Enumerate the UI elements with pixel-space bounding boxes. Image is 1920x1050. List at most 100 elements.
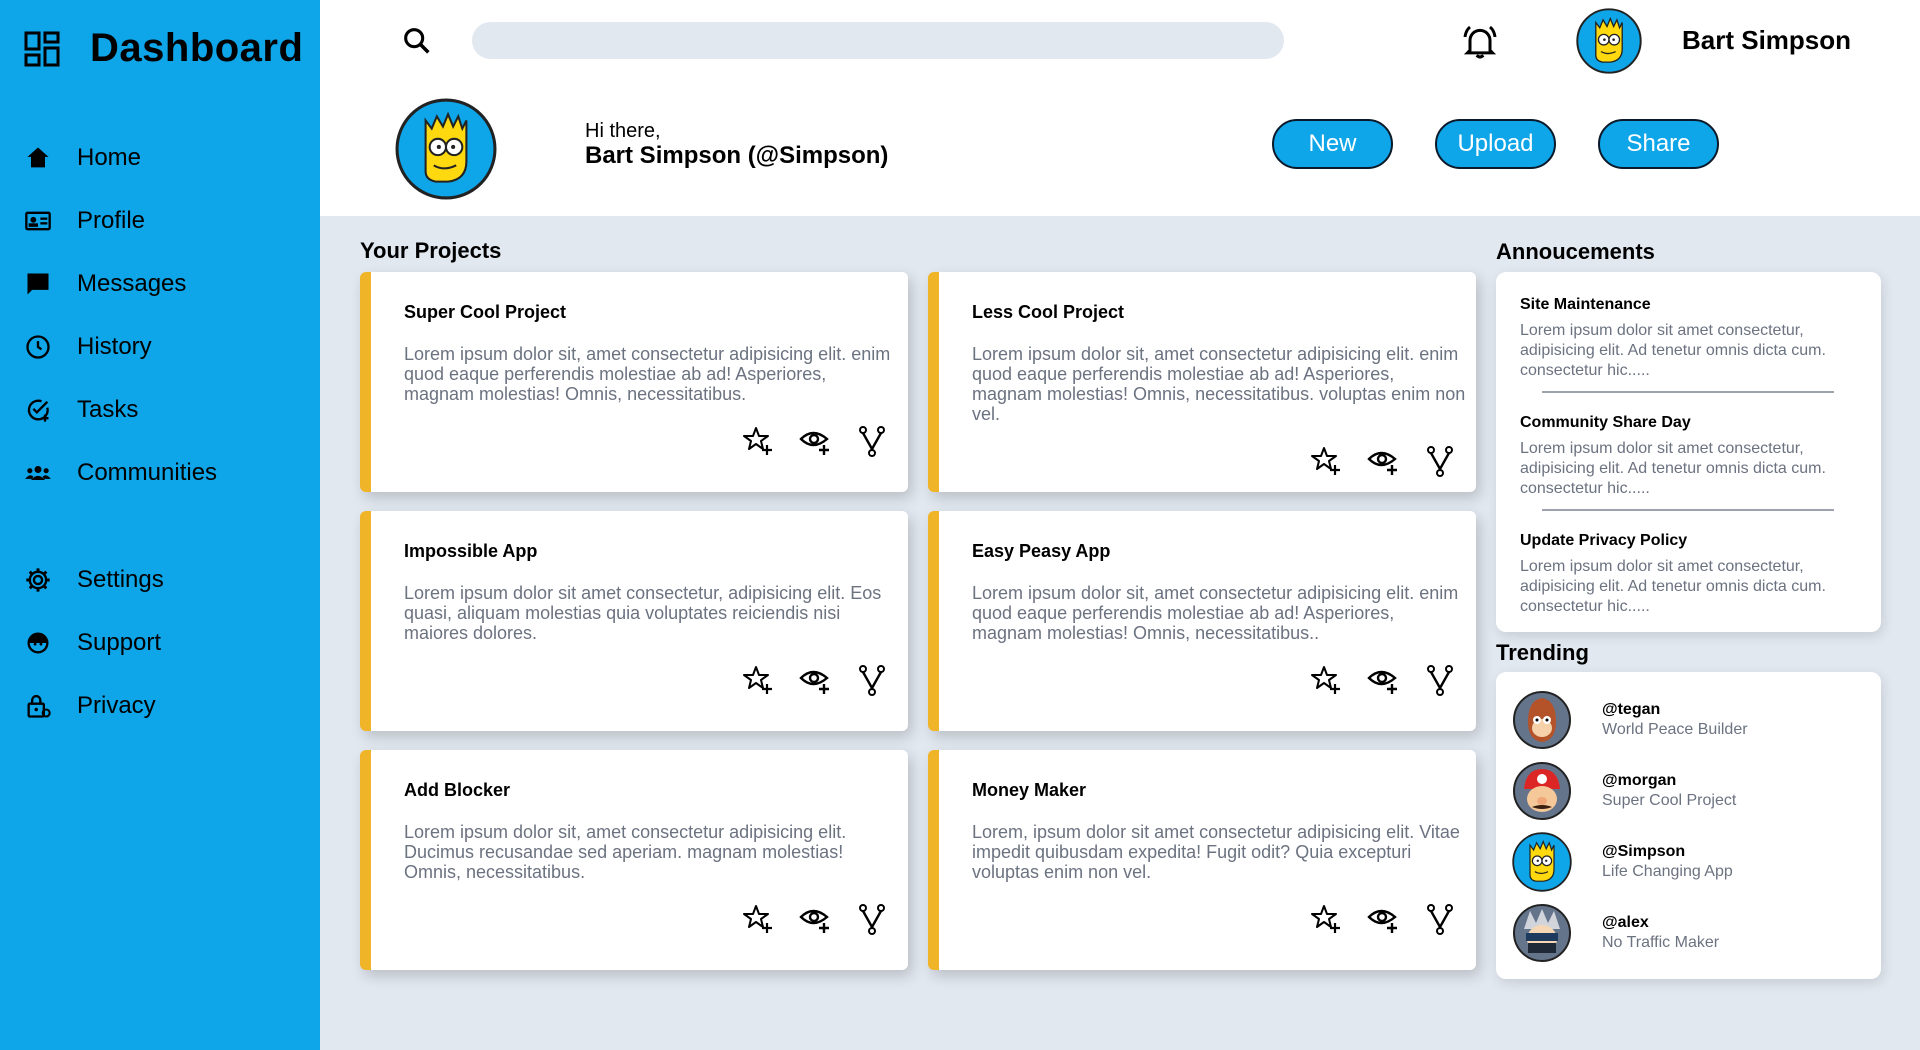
avatar <box>1513 762 1571 820</box>
trending-handle: @morgan <box>1602 772 1677 789</box>
fork-icon[interactable] <box>1424 903 1456 935</box>
watch-add-icon[interactable] <box>1367 903 1399 935</box>
project-card[interactable]: Super Cool Project Lorem ipsum dolor sit,… <box>360 272 908 492</box>
star-add-icon[interactable] <box>1310 445 1342 477</box>
sidebar-item-communities[interactable]: Communities <box>24 453 294 493</box>
star-add-icon[interactable] <box>1310 664 1342 696</box>
star-add-icon[interactable] <box>742 664 774 696</box>
header-username[interactable]: Bart Simpson <box>1682 25 1851 56</box>
sidebar-item-label: Messages <box>77 270 187 297</box>
project-title: Impossible App <box>404 541 538 561</box>
new-button[interactable]: New <box>1272 119 1393 169</box>
fork-icon[interactable] <box>856 425 888 457</box>
sidebar-item-label: Home <box>77 144 142 171</box>
project-description: Lorem ipsum dolor sit, amet consectetur … <box>404 344 891 404</box>
trending-project: No Traffic Maker <box>1602 934 1720 951</box>
gear-icon <box>26 568 50 592</box>
sidebar-item-label: Privacy <box>77 692 156 719</box>
project-actions <box>1310 664 1456 696</box>
trending-title: Trending <box>1496 640 1589 665</box>
fork-icon[interactable] <box>856 664 888 696</box>
avatar <box>1513 904 1571 962</box>
watch-add-icon[interactable] <box>1367 664 1399 696</box>
sidebar-item-home[interactable]: Home <box>24 138 294 178</box>
dashboard-icon <box>24 31 60 66</box>
sidebar-item-label: Settings <box>77 566 164 593</box>
trending-project: Life Changing App <box>1602 863 1733 880</box>
project-actions <box>1310 903 1456 935</box>
announcements-title: Annoucements <box>1496 239 1655 264</box>
star-add-icon[interactable] <box>742 425 774 457</box>
project-actions <box>1310 445 1456 477</box>
fork-icon[interactable] <box>1424 664 1456 696</box>
project-description: Lorem ipsum dolor sit, amet consectetur … <box>404 822 847 882</box>
share-button[interactable]: Share <box>1598 119 1719 169</box>
project-title: Add Blocker <box>404 780 511 800</box>
trending-project: Super Cool Project <box>1602 792 1737 809</box>
sidebar-item-support[interactable]: Support <box>24 623 294 663</box>
avatar <box>1513 691 1571 749</box>
sidebar-item-privacy[interactable]: Privacy <box>24 686 294 726</box>
search-input[interactable] <box>472 22 1284 59</box>
sidebar-item-label: Communities <box>77 459 218 486</box>
upload-button[interactable]: Upload <box>1435 119 1556 169</box>
announcement-text: Lorem ipsum dolor sit amet consectetur, … <box>1520 558 1826 615</box>
sidebar: Dashboard Home Profile Messages History … <box>0 0 320 1050</box>
project-actions <box>742 664 888 696</box>
trending-handle: @tegan <box>1602 701 1661 718</box>
sidebar-item-messages[interactable]: Messages <box>24 264 294 304</box>
trending-panel: @tegan World Peace Builder @morgan Super… <box>1496 672 1881 979</box>
project-card[interactable]: Add Blocker Lorem ipsum dolor sit, amet c… <box>360 750 908 970</box>
avatar <box>1512 832 1572 892</box>
watch-add-icon[interactable] <box>799 425 831 457</box>
fork-icon[interactable] <box>1424 445 1456 477</box>
clock-icon <box>26 335 50 359</box>
profile-avatar <box>395 98 497 200</box>
announcement-item[interactable]: Site Maintenance Lorem ipsum dolor sit a… <box>1520 296 1840 381</box>
announcement-item[interactable]: Update Privacy Policy Lorem ipsum dolor … <box>1520 532 1840 617</box>
watch-add-icon[interactable] <box>799 664 831 696</box>
project-card[interactable]: Impossible App Lorem ipsum dolor sit amet… <box>360 511 908 731</box>
announcement-text: Lorem ipsum dolor sit amet consectetur, … <box>1520 322 1826 379</box>
header: Bart Simpson Hi there, Bart Simpson (@Si… <box>320 0 1920 216</box>
trending-item[interactable]: @morgan Super Cool Project <box>1512 761 1736 821</box>
chat-icon <box>27 273 49 295</box>
project-description: Lorem ipsum dolor sit, amet consectetur … <box>972 583 1459 643</box>
lock-icon <box>27 694 51 718</box>
search-icon[interactable] <box>400 24 434 58</box>
sidebar-item-label: Profile <box>77 207 146 234</box>
notification-bell-icon[interactable] <box>1460 22 1500 62</box>
project-description: Lorem, ipsum dolor sit amet consectetur … <box>972 822 1460 882</box>
sidebar-item-profile[interactable]: Profile <box>24 201 294 241</box>
project-actions <box>742 425 888 457</box>
support-agent-icon <box>27 632 49 654</box>
trending-project: World Peace Builder <box>1602 721 1748 738</box>
projects-title: Your Projects <box>360 238 502 263</box>
watch-add-icon[interactable] <box>799 903 831 935</box>
project-card[interactable]: Money Maker Lorem, ipsum dolor sit amet c… <box>928 750 1476 970</box>
project-card[interactable]: Less Cool Project Lorem ipsum dolor sit, … <box>928 272 1476 492</box>
id-card-icon <box>25 211 51 231</box>
trending-handle: @alex <box>1602 914 1649 931</box>
announcements-panel: Site Maintenance Lorem ipsum dolor sit a… <box>1496 272 1881 632</box>
project-description: Lorem ipsum dolor sit amet consectetur, … <box>404 583 882 643</box>
user-avatar[interactable] <box>1576 8 1642 74</box>
trending-item[interactable]: @Simpson Life Changing App <box>1512 832 1733 892</box>
watch-add-icon[interactable] <box>1367 445 1399 477</box>
sidebar-item-label: Tasks <box>77 396 139 423</box>
sidebar-item-history[interactable]: History <box>24 327 294 367</box>
brand[interactable]: Dashboard <box>24 26 303 71</box>
star-add-icon[interactable] <box>1310 903 1342 935</box>
sidebar-item-label: History <box>77 333 152 360</box>
announcement-item[interactable]: Community Share Day Lorem ipsum dolor si… <box>1520 414 1840 499</box>
trending-item[interactable]: @alex No Traffic Maker <box>1512 903 1719 963</box>
greeting-text: Hi there, <box>585 120 661 142</box>
trending-item[interactable]: @tegan World Peace Builder <box>1512 690 1748 750</box>
sidebar-item-settings[interactable]: Settings <box>24 560 294 600</box>
sidebar-item-tasks[interactable]: Tasks <box>24 390 294 430</box>
star-add-icon[interactable] <box>742 903 774 935</box>
divider <box>1542 391 1834 393</box>
project-card[interactable]: Easy Peasy App Lorem ipsum dolor sit, ame… <box>928 511 1476 731</box>
announcement-title: Community Share Day <box>1520 414 1691 431</box>
fork-icon[interactable] <box>856 903 888 935</box>
